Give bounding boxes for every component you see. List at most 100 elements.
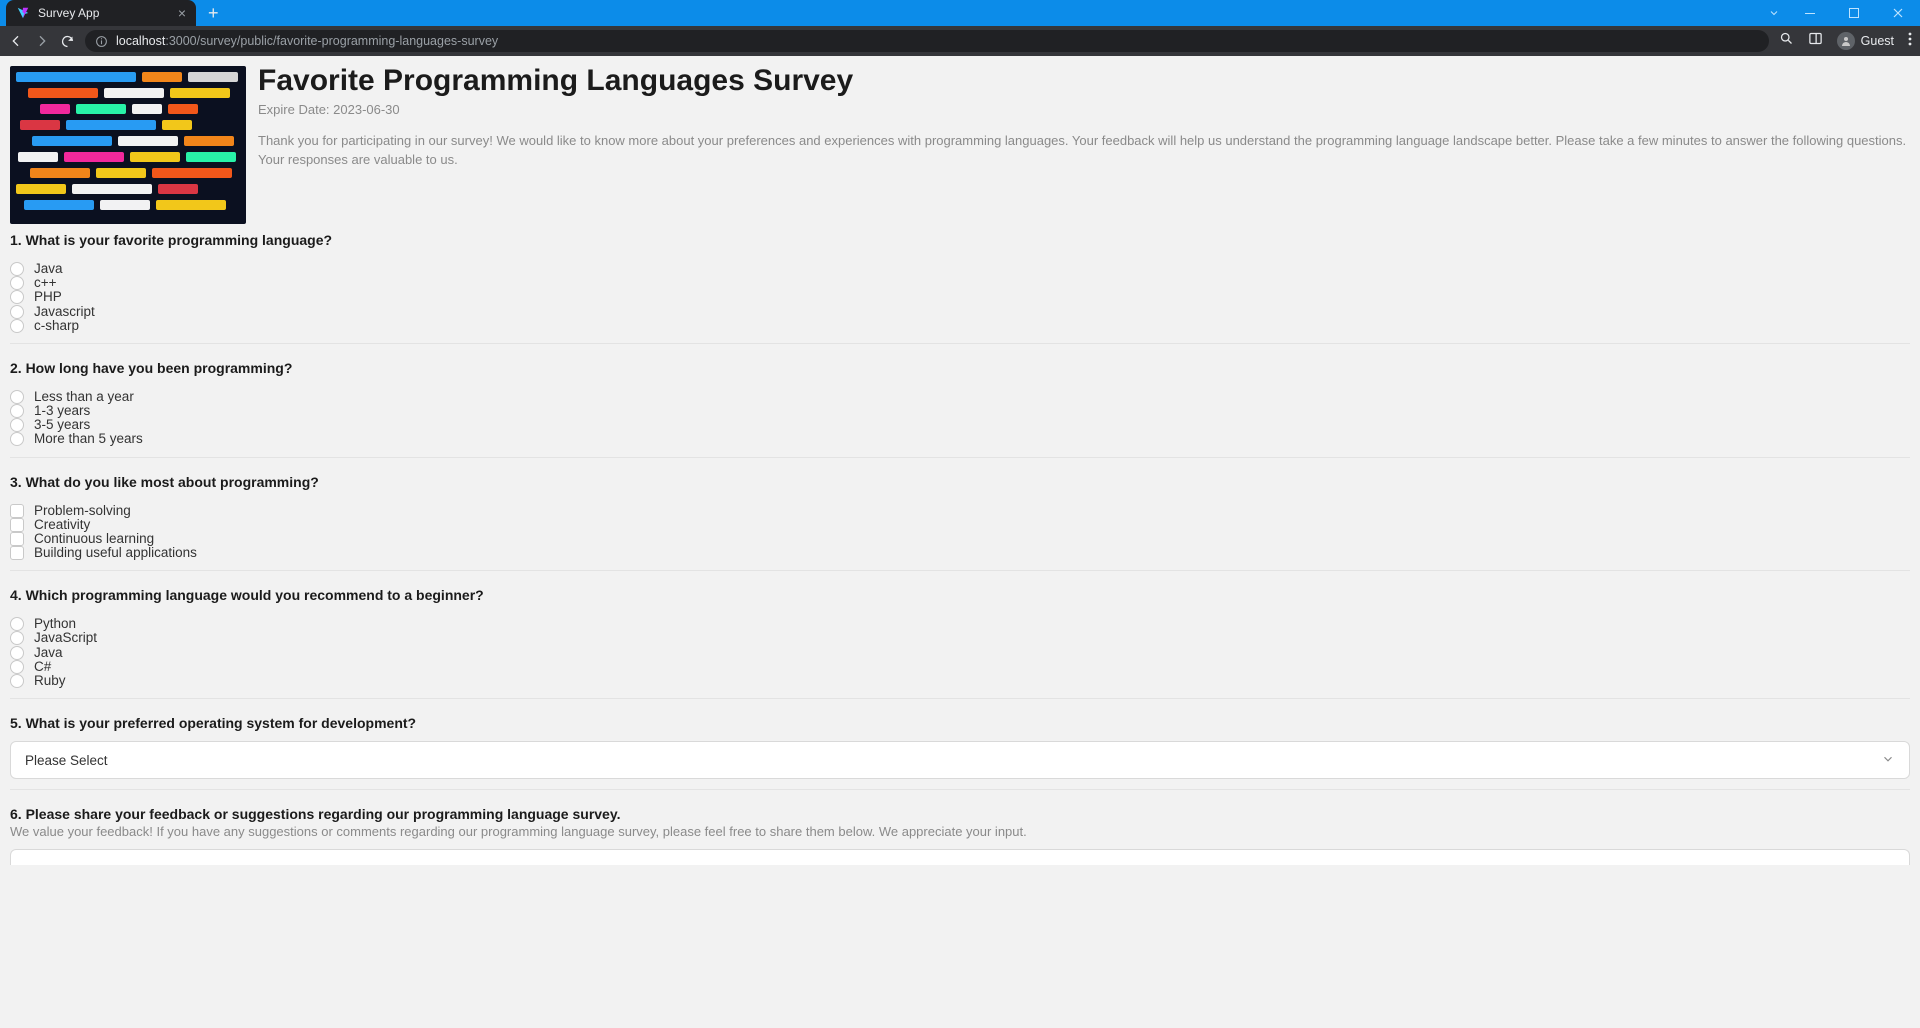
chevron-down-icon [1881, 752, 1895, 769]
question-subtitle: We value your feedback! If you have any … [10, 824, 1910, 839]
divider [10, 789, 1910, 790]
radio-icon [10, 305, 24, 319]
radio-icon [10, 631, 24, 645]
tab-favicon [16, 6, 30, 20]
browser-tab[interactable]: Survey App × [6, 0, 196, 26]
option-label: PHP [34, 290, 62, 304]
radio-option[interactable]: Python [10, 617, 1910, 631]
question-6: 6. Please share your feedback or suggest… [10, 806, 1910, 865]
survey-header: Favorite Programming Languages Survey Ex… [10, 66, 1910, 224]
radio-option[interactable]: More than 5 years [10, 432, 1910, 446]
browser-toolbar: localhost:3000/survey/public/favorite-pr… [0, 26, 1920, 56]
option-label: Building useful applications [34, 546, 197, 560]
question-options: Problem-solving Creativity Continuous le… [10, 504, 1910, 561]
radio-icon [10, 660, 24, 674]
checkbox-icon [10, 546, 24, 560]
checkbox-option[interactable]: Creativity [10, 518, 1910, 532]
window-minimize-button[interactable] [1788, 0, 1832, 26]
radio-option[interactable]: Java [10, 646, 1910, 660]
checkbox-icon [10, 504, 24, 518]
radio-icon [10, 390, 24, 404]
nav-reload-button[interactable] [60, 34, 75, 49]
radio-option[interactable]: 1-3 years [10, 404, 1910, 418]
option-label: 1-3 years [34, 404, 90, 418]
radio-option[interactable]: c++ [10, 276, 1910, 290]
option-label: Javascript [34, 305, 95, 319]
profile-label: Guest [1861, 34, 1894, 48]
radio-icon [10, 432, 24, 446]
survey-hero-image [10, 66, 246, 224]
option-label: 3-5 years [34, 418, 90, 432]
window-titlebar: Survey App × + [0, 0, 1920, 26]
question-title: 4. Which programming language would you … [10, 587, 1910, 603]
radio-option[interactable]: Java [10, 262, 1910, 276]
radio-icon [10, 276, 24, 290]
avatar-icon [1837, 32, 1855, 50]
checkbox-option[interactable]: Building useful applications [10, 546, 1910, 560]
option-label: Less than a year [34, 390, 134, 404]
question-4: 4. Which programming language would you … [10, 587, 1910, 699]
radio-option[interactable]: C# [10, 660, 1910, 674]
question-options: Less than a year 1-3 years 3-5 years Mor… [10, 390, 1910, 447]
os-select[interactable]: Please Select [10, 741, 1910, 779]
option-label: Creativity [34, 518, 90, 532]
window-maximize-button[interactable] [1832, 0, 1876, 26]
option-label: More than 5 years [34, 432, 143, 446]
site-info-icon[interactable] [95, 35, 108, 48]
option-label: C# [34, 660, 51, 674]
checkbox-option[interactable]: Continuous learning [10, 532, 1910, 546]
survey-title: Favorite Programming Languages Survey [258, 62, 1910, 100]
radio-option[interactable]: 3-5 years [10, 418, 1910, 432]
tabs-chevron-icon[interactable] [1760, 0, 1788, 26]
window-close-button[interactable] [1876, 0, 1920, 26]
question-options: Python JavaScript Java C# Ruby [10, 617, 1910, 688]
question-title: 1. What is your favorite programming lan… [10, 232, 1910, 248]
checkbox-option[interactable]: Problem-solving [10, 504, 1910, 518]
survey-expire-date: Expire Date: 2023-06-30 [258, 102, 1910, 117]
option-label: Java [34, 262, 63, 276]
radio-option[interactable]: c-sharp [10, 319, 1910, 333]
radio-icon [10, 404, 24, 418]
question-1: 1. What is your favorite programming lan… [10, 232, 1910, 344]
question-title: 5. What is your preferred operating syst… [10, 715, 1910, 731]
panel-toggle-icon[interactable] [1808, 31, 1823, 51]
radio-icon [10, 674, 24, 688]
option-label: Java [34, 646, 63, 660]
option-label: Python [34, 617, 76, 631]
question-2: 2. How long have you been programming? L… [10, 360, 1910, 458]
radio-icon [10, 290, 24, 304]
radio-option[interactable]: Ruby [10, 674, 1910, 688]
checkbox-icon [10, 532, 24, 546]
profile-chip[interactable]: Guest [1837, 32, 1894, 50]
page-viewport[interactable]: Favorite Programming Languages Survey Ex… [0, 56, 1920, 1028]
option-label: Continuous learning [34, 532, 154, 546]
tab-title: Survey App [38, 6, 170, 20]
question-3: 3. What do you like most about programmi… [10, 474, 1910, 572]
nav-back-button[interactable] [8, 33, 24, 49]
question-5: 5. What is your preferred operating syst… [10, 715, 1910, 790]
option-label: c-sharp [34, 319, 79, 333]
option-label: JavaScript [34, 631, 97, 645]
zoom-icon[interactable] [1779, 31, 1794, 51]
radio-option[interactable]: JavaScript [10, 631, 1910, 645]
divider [10, 570, 1910, 571]
radio-option[interactable]: PHP [10, 290, 1910, 304]
question-options: Java c++ PHP Javascript c-sharp [10, 262, 1910, 333]
kebab-menu-icon[interactable] [1908, 32, 1912, 51]
divider [10, 698, 1910, 699]
new-tab-button[interactable]: + [208, 3, 219, 24]
radio-icon [10, 319, 24, 333]
url-text: localhost:3000/survey/public/favorite-pr… [116, 34, 498, 48]
divider [10, 343, 1910, 344]
radio-option[interactable]: Less than a year [10, 390, 1910, 404]
radio-icon [10, 646, 24, 660]
feedback-textarea[interactable] [10, 849, 1910, 865]
option-label: Ruby [34, 674, 66, 688]
option-label: c++ [34, 276, 57, 290]
radio-option[interactable]: Javascript [10, 305, 1910, 319]
option-label: Problem-solving [34, 504, 131, 518]
tab-close-icon[interactable]: × [178, 6, 186, 20]
nav-forward-button[interactable] [34, 33, 50, 49]
address-bar[interactable]: localhost:3000/survey/public/favorite-pr… [85, 30, 1769, 52]
survey-description: Thank you for participating in our surve… [258, 131, 1910, 170]
